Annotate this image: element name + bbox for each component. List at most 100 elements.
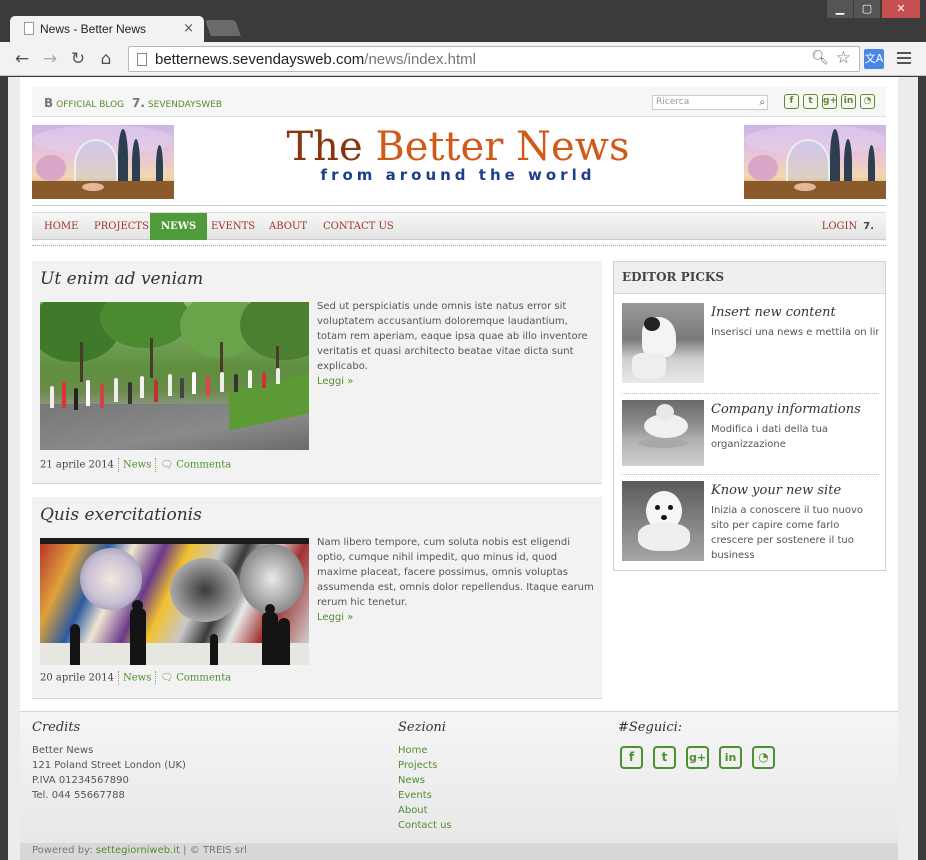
footer-link-about[interactable]: About <box>398 803 428 818</box>
translate-icon[interactable]: 文A <box>864 49 884 69</box>
nav-about[interactable]: ABOUT <box>257 213 319 240</box>
url-host: betternews.sevendaysweb.com <box>155 51 365 68</box>
new-tab-button[interactable] <box>205 20 241 36</box>
divider <box>622 393 879 394</box>
pick-title[interactable]: Know your new site <box>711 483 841 498</box>
forward-arrow-icon[interactable]: → <box>40 49 60 69</box>
rss-icon[interactable]: ◔ <box>752 746 775 769</box>
linkedin-icon[interactable]: in <box>719 746 742 769</box>
site-logo[interactable]: The Better News from around the world <box>258 124 658 184</box>
rss-icon[interactable]: ◔ <box>860 94 875 109</box>
article-image-park[interactable] <box>40 302 309 450</box>
divider <box>622 474 879 475</box>
read-more-link[interactable]: Leggi » <box>317 376 353 387</box>
footer-link-projects[interactable]: Projects <box>398 758 437 773</box>
page-viewport: B OFFICIAL BLOG 7. SEVENDAYSWEB Ricerca ⌕ … <box>8 77 918 860</box>
divider <box>32 245 886 246</box>
close-window-button[interactable]: ✕ <box>882 0 920 18</box>
pick-text: Modifica i dati della tua organizzazione <box>711 424 829 450</box>
twitter-icon[interactable]: t <box>803 94 818 109</box>
article-title[interactable]: Quis exercitationis <box>40 505 202 525</box>
main-nav: HOME PROJECTS NEWS EVENTS ABOUT CONTACT … <box>32 212 886 240</box>
copyright-text: | © TREIS srl <box>180 845 247 856</box>
linkedin-icon[interactable]: in <box>841 94 856 109</box>
close-tab-icon[interactable]: × <box>183 21 194 36</box>
sevendaysweb-link[interactable]: 7. SEVENDAYSWEB <box>132 96 222 110</box>
article-card: Ut enim ad veniam Sed ut perspiciatis un… <box>32 261 602 484</box>
read-more-link[interactable]: Leggi » <box>317 612 353 623</box>
article-excerpt: Sed ut perspiciatis unde omnis iste natu… <box>317 301 588 387</box>
googleplus-icon[interactable]: g+ <box>686 746 709 769</box>
footer-link-contact-us[interactable]: Contact us <box>398 818 452 833</box>
site-footer: Credits Better News 121 Poland Street Lo… <box>20 711 898 860</box>
follow-heading: #Seguici: <box>618 720 683 735</box>
pick-thumbnail-dog-sand[interactable] <box>622 400 704 466</box>
page-icon <box>24 22 34 35</box>
bookmark-star-icon[interactable]: ☆ <box>836 48 851 68</box>
credits-line: 121 Poland Street London (UK) <box>32 760 186 771</box>
article-title[interactable]: Ut enim ad veniam <box>40 269 203 289</box>
pick-title[interactable]: Company informations <box>711 402 861 417</box>
credits-line: Better News <box>32 745 94 756</box>
login-link[interactable]: LOGIN 7. <box>822 213 874 240</box>
credits-line: Tel. 044 55667788 <box>32 790 125 801</box>
pick-item[interactable]: Know your new site Inizia a conoscere il… <box>622 481 879 563</box>
comment-link[interactable]: 🗨︎ Commenta <box>160 673 231 684</box>
search-icon[interactable]: ⌕ <box>759 96 765 109</box>
powered-by-link[interactable]: settegiorniweb.it <box>96 845 180 856</box>
sevendays-icon: 7. <box>863 221 874 232</box>
pick-text: Inserisci una news e mettila on line <box>711 327 879 338</box>
comment-icon: 🗨︎ <box>160 672 177 684</box>
minimize-button[interactable]: ▁ <box>827 0 853 18</box>
browser-tab[interactable]: News - Better News × <box>10 16 204 42</box>
article-excerpt: Nam libero tempore, cum soluta nobis est… <box>317 537 594 623</box>
official-blog-link[interactable]: B OFFICIAL BLOG <box>44 96 124 110</box>
pick-item[interactable]: Insert new content Inserisci una news e … <box>622 303 879 385</box>
pick-thumbnail-dog-beach[interactable] <box>622 303 704 383</box>
comment-icon: 🗨︎ <box>160 459 177 471</box>
powered-by-label: Powered by: <box>32 845 96 856</box>
article-image-gallery[interactable] <box>40 538 309 665</box>
pick-title[interactable]: Insert new content <box>711 305 836 320</box>
facebook-icon[interactable]: f <box>620 746 643 769</box>
pick-thumbnail-white-dog[interactable] <box>622 481 704 561</box>
credits-heading: Credits <box>32 720 81 735</box>
facebook-icon[interactable]: f <box>784 94 799 109</box>
scrollbar[interactable] <box>898 77 918 860</box>
article-date: 21 aprile 2014 <box>40 459 114 471</box>
footer-link-home[interactable]: Home <box>398 743 428 758</box>
maximize-button[interactable]: ▢ <box>854 0 880 18</box>
category-link[interactable]: News <box>123 460 151 471</box>
twitter-icon[interactable]: t <box>653 746 676 769</box>
back-arrow-icon[interactable]: ← <box>12 49 32 69</box>
nav-contact-us[interactable]: CONTACT US <box>311 213 406 240</box>
sevendays-icon: 7. <box>132 96 145 110</box>
zoom-icon[interactable]: 🔍︎ <box>811 50 829 66</box>
article-meta: 20 aprile 2014 News 🗨︎ Commenta <box>40 671 231 685</box>
comment-link[interactable]: 🗨︎ Commenta <box>160 460 231 471</box>
footer-link-news[interactable]: News <box>398 773 425 788</box>
utility-bar: B OFFICIAL BLOG 7. SEVENDAYSWEB Ricerca ⌕ … <box>32 87 886 117</box>
pick-item[interactable]: Company informations Modifica i dati del… <box>622 400 879 468</box>
menu-icon[interactable] <box>897 52 911 67</box>
googleplus-icon[interactable]: g+ <box>822 94 837 109</box>
browser-toolbar: ← → ↻ ⌂ betternews.sevendaysweb.com/news… <box>0 42 926 76</box>
editor-picks-panel: EDITOR PICKS Insert new content Inserisc… <box>613 261 886 571</box>
banner-painting-right <box>744 125 886 199</box>
address-bar[interactable]: betternews.sevendaysweb.com/news/index.h… <box>128 46 860 72</box>
footer-link-events[interactable]: Events <box>398 788 432 803</box>
search-input[interactable]: Ricerca ⌕ <box>652 95 768 110</box>
category-link[interactable]: News <box>123 673 151 684</box>
blog-icon: B <box>44 96 54 110</box>
reload-icon[interactable]: ↻ <box>68 49 88 69</box>
sections-heading: Sezioni <box>398 720 446 735</box>
site-title: The Better News <box>286 124 630 170</box>
powered-by-bar: Powered by: settegiorniweb.it | © TREIS … <box>20 843 898 860</box>
banner-painting-left <box>32 125 174 199</box>
home-icon[interactable]: ⌂ <box>96 49 116 69</box>
window-titlebar: News - Better News × ▁ ▢ ✕ <box>0 0 926 42</box>
article-date: 20 aprile 2014 <box>40 672 114 684</box>
url-text[interactable]: betternews.sevendaysweb.com/news/index.h… <box>155 51 476 68</box>
editor-picks-heading: EDITOR PICKS <box>614 262 885 294</box>
credits-line: P.IVA 01234567890 <box>32 775 129 786</box>
